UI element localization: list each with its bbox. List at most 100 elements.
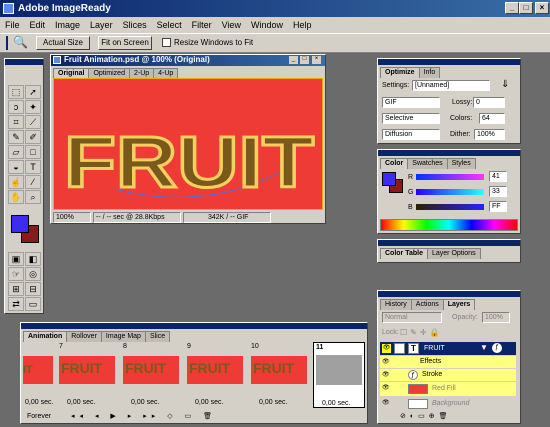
r-slider[interactable] [416,174,484,180]
foreground-color-swatch[interactable] [11,215,29,233]
smudge-tool-icon[interactable]: ☝ [8,175,24,189]
screen-mode-icon[interactable]: ▭ [25,297,41,311]
actual-size-button[interactable]: Actual Size [36,36,90,50]
layer-row-stroke[interactable]: 👁 ƒ Stroke [380,369,516,381]
frame-delay[interactable]: 0,00 sec. [322,399,350,409]
menu-slices[interactable]: Slices [118,17,152,33]
brush-tool-icon[interactable]: ✎ [8,130,24,144]
tab-info[interactable]: Info [418,67,441,78]
dither-method-select[interactable]: Diffusion [382,129,440,140]
standard-mode-icon[interactable]: ▣ [8,252,24,266]
layer-link-brush-icon[interactable] [394,343,405,354]
canvas-area[interactable]: FRUIT [53,78,323,210]
fit-on-screen-button[interactable]: Fit on Screen [98,36,152,50]
lock-icons[interactable]: ☐✎✛🔒 [400,328,443,337]
jump-to-photoshop-icon[interactable]: ⇄ [8,297,24,311]
zoom-level[interactable]: 100% [53,212,91,223]
layer-row-red-fill[interactable]: 👁 Red Fill [380,382,516,396]
close-button[interactable]: × [535,2,549,14]
crop-tool-icon[interactable]: ⌗ [8,115,24,129]
menu-edit[interactable]: Edit [25,17,51,33]
eraser-tool-icon[interactable]: ▱ [8,145,24,159]
menu-help[interactable]: Help [288,17,317,33]
tab-history[interactable]: History [380,299,412,310]
browser-preview-icon[interactable]: ◎ [25,267,41,281]
tab-actions[interactable]: Actions [410,299,444,310]
b-slider[interactable] [416,204,484,210]
b-field[interactable]: FF [489,201,507,212]
file-size[interactable]: 342K / -- GIF [183,212,271,223]
tab-animation[interactable]: Animation [23,331,68,342]
rollover-preview-icon[interactable]: ◧ [25,252,41,266]
lasso-tool-icon[interactable]: ↄ [8,100,24,114]
frame-delay[interactable]: 0,00 sec. [131,398,159,408]
background-visibility-eye-icon[interactable]: 👁 [382,399,391,408]
blend-mode-select[interactable]: Normal [382,312,442,323]
r-field[interactable]: 41 [489,171,507,182]
menu-filter[interactable]: Filter [187,17,217,33]
hand-tool-icon[interactable]: ✋ [8,190,24,204]
resize-windows-checkbox[interactable] [162,38,171,47]
tab-slice[interactable]: Slice [144,331,171,342]
tab-styles[interactable]: Styles [446,158,476,169]
optimize-menu-icon[interactable]: ⇓ [501,79,509,90]
lossy-field[interactable]: 0 [473,97,505,108]
frame-delay[interactable]: 0,00 sec. [25,398,53,408]
format-select[interactable]: GIF [382,97,440,108]
rectangle-tool-icon[interactable]: □ [25,145,41,159]
stroke-visibility-eye-icon[interactable]: 👁 [382,371,391,380]
layer-row-effects[interactable]: 👁 Effects [380,356,516,368]
tab-layer-options[interactable]: Layer Options [426,248,481,259]
frame-delay[interactable]: 0,00 sec. [195,398,223,408]
red-fill-visibility-eye-icon[interactable]: 👁 [382,384,391,393]
frame-delay[interactable]: 0,00 sec. [259,398,287,408]
tab-color[interactable]: Color [380,158,409,169]
menu-view[interactable]: View [217,17,246,33]
effects-visibility-eye-icon[interactable]: 👁 [382,358,391,367]
frame-delay[interactable]: 0,00 sec. [67,398,95,408]
animation-frame-selected[interactable]: 11 0,00 sec. [313,342,365,408]
menu-window[interactable]: Window [246,17,288,33]
doc-maximize-button[interactable]: □ [300,56,309,64]
animation-frame[interactable]: IT 0,00 sec. [23,342,55,408]
animation-frame[interactable]: 8 FRUIT 0,00 sec. [121,342,183,408]
g-field[interactable]: 33 [489,186,507,197]
slice-tool-icon[interactable]: ⟋ [25,115,41,129]
menu-file[interactable]: File [0,17,25,33]
g-slider[interactable] [416,189,484,195]
tab-optimize[interactable]: Optimize [380,67,420,78]
animation-frame[interactable]: 7 FRUIT 0,00 sec. [57,342,119,408]
hand-view-icon[interactable]: ☞ [8,267,24,281]
settings-select[interactable]: [Unnamed] [412,80,490,91]
layer-expand-icon[interactable]: ▼ [480,343,488,352]
bucket-tool-icon[interactable]: ◒ [8,160,24,174]
eyedropper-tool-icon[interactable]: ⁄ [25,175,41,189]
layer-visibility-eye-icon[interactable]: 👁 [382,344,391,353]
menu-layer[interactable]: Layer [85,17,118,33]
tab-swatches[interactable]: Swatches [407,158,448,169]
download-time[interactable]: -- / -- sec @ 28.8Kbps [93,212,181,223]
menu-image[interactable]: Image [50,17,85,33]
move-tool-icon[interactable]: ➚ [25,85,41,99]
tab-image-map[interactable]: Image Map [100,331,146,342]
doc-close-button[interactable]: × [312,56,321,64]
color-foreground-swatch[interactable] [382,172,396,186]
tab-color-table[interactable]: Color Table [380,248,428,259]
zoom-tool-icon[interactable]: ⌕ [25,190,41,204]
playback-buttons[interactable]: ◂◂ ◂ ▶ ▸ ▸▸ ◇ ▭ 🗑 [71,412,217,420]
tab-layers[interactable]: Layers [442,299,476,310]
image-map-toggle-icon[interactable]: ⊞ [8,282,24,296]
pencil-tool-icon[interactable]: ✐ [25,130,41,144]
color-spectrum-ramp[interactable] [380,219,518,231]
magic-wand-tool-icon[interactable]: ✦ [25,100,41,114]
layer-effects-icon[interactable]: ƒ [492,343,502,353]
slice-visibility-icon[interactable]: ⊟ [25,282,41,296]
animation-frame[interactable]: 9 FRUIT 0,00 sec. [185,342,247,408]
layer-row-background[interactable]: 👁 Background [380,397,516,411]
reduction-select[interactable]: Selective [382,113,440,124]
maximize-button[interactable]: □ [519,2,533,14]
opacity-field[interactable]: 100% [482,312,510,323]
layer-row-fruit[interactable]: 👁 T FRUIT ▼ ƒ [380,342,516,355]
marquee-tool-icon[interactable]: ⬚ [8,85,24,99]
tab-rollover[interactable]: Rollover [66,331,102,342]
